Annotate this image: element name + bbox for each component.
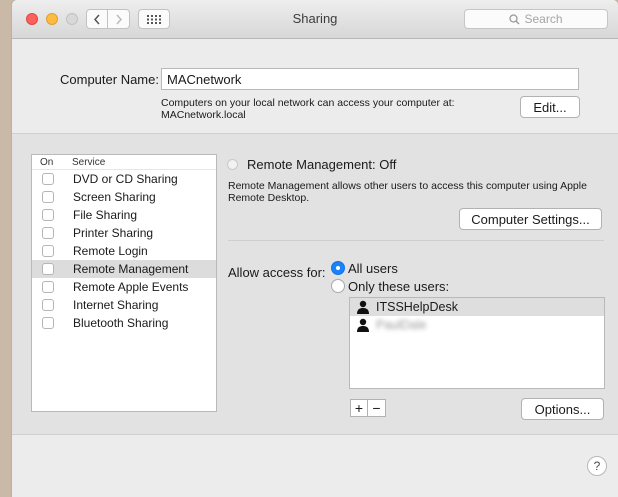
service-name: Remote Management bbox=[73, 262, 189, 276]
service-checkbox[interactable] bbox=[42, 263, 54, 275]
divider bbox=[228, 240, 604, 241]
remote-management-description: Remote Management allows other users to … bbox=[228, 180, 587, 204]
service-checkbox[interactable] bbox=[42, 173, 54, 185]
service-row-bluetooth-sharing[interactable]: Bluetooth Sharing bbox=[32, 314, 216, 332]
service-row-screen-sharing[interactable]: Screen Sharing bbox=[32, 188, 216, 206]
all-users-label[interactable]: All users bbox=[348, 261, 398, 276]
computer-name-field[interactable]: MACnetwork bbox=[161, 68, 579, 90]
user-row[interactable]: ITSSHelpDesk bbox=[350, 298, 604, 316]
user-icon bbox=[357, 300, 369, 314]
help-button[interactable]: ? bbox=[587, 456, 607, 476]
service-row-remote-management[interactable]: Remote Management bbox=[32, 260, 216, 278]
all-users-radio[interactable] bbox=[331, 261, 345, 275]
user-name: ITSSHelpDesk bbox=[376, 300, 458, 314]
search-placeholder: Search bbox=[524, 12, 563, 26]
computer-settings-button[interactable]: Computer Settings... bbox=[459, 208, 602, 230]
service-name: DVD or CD Sharing bbox=[73, 172, 178, 186]
remove-user-button[interactable]: − bbox=[368, 399, 386, 417]
service-name: Bluetooth Sharing bbox=[73, 316, 169, 330]
users-list: ITSSHelpDesk PaulDale bbox=[349, 297, 605, 389]
allow-access-label: Allow access for: bbox=[228, 265, 326, 280]
service-column-header: Service bbox=[72, 157, 106, 168]
service-list: On Service DVD or CD Sharing Screen Shar… bbox=[31, 154, 217, 412]
service-row-remote-login[interactable]: Remote Login bbox=[32, 242, 216, 260]
service-name: Internet Sharing bbox=[73, 298, 159, 312]
service-name: Printer Sharing bbox=[73, 226, 154, 240]
add-user-button[interactable]: + bbox=[350, 399, 368, 417]
service-checkbox[interactable] bbox=[42, 209, 54, 221]
remote-management-status: Remote Management: Off bbox=[247, 157, 397, 172]
service-checkbox[interactable] bbox=[42, 227, 54, 239]
service-checkbox[interactable] bbox=[42, 317, 54, 329]
only-these-users-radio[interactable] bbox=[331, 279, 345, 293]
service-name: File Sharing bbox=[73, 208, 138, 222]
service-row-internet-sharing[interactable]: Internet Sharing bbox=[32, 296, 216, 314]
computer-name-label: Computer Name: bbox=[60, 72, 159, 87]
sharing-window: Sharing Search Computer Name: MACnetwork… bbox=[12, 0, 618, 497]
computer-address-info: Computers on your local network can acce… bbox=[161, 97, 455, 121]
on-column-header: On bbox=[40, 157, 54, 168]
status-indicator-icon bbox=[227, 159, 238, 170]
service-row-remote-apple-events[interactable]: Remote Apple Events bbox=[32, 278, 216, 296]
service-checkbox[interactable] bbox=[42, 191, 54, 203]
title-bar: Sharing Search bbox=[12, 0, 618, 39]
search-field[interactable]: Search bbox=[464, 9, 608, 29]
service-row-file-sharing[interactable]: File Sharing bbox=[32, 206, 216, 224]
user-name: PaulDale bbox=[376, 318, 427, 332]
edit-button[interactable]: Edit... bbox=[520, 96, 580, 118]
service-checkbox[interactable] bbox=[42, 299, 54, 311]
options-button[interactable]: Options... bbox=[521, 398, 604, 420]
only-these-users-label[interactable]: Only these users: bbox=[348, 279, 449, 294]
service-name: Remote Apple Events bbox=[73, 280, 189, 294]
service-checkbox[interactable] bbox=[42, 281, 54, 293]
service-name: Remote Login bbox=[73, 244, 148, 258]
service-list-header: On Service bbox=[32, 155, 216, 170]
service-checkbox[interactable] bbox=[42, 245, 54, 257]
service-name: Screen Sharing bbox=[73, 190, 156, 204]
search-icon bbox=[509, 13, 520, 24]
user-icon bbox=[357, 318, 369, 332]
user-row[interactable]: PaulDale bbox=[350, 316, 604, 334]
service-row-printer-sharing[interactable]: Printer Sharing bbox=[32, 224, 216, 242]
service-row-dvd[interactable]: DVD or CD Sharing bbox=[32, 170, 216, 188]
